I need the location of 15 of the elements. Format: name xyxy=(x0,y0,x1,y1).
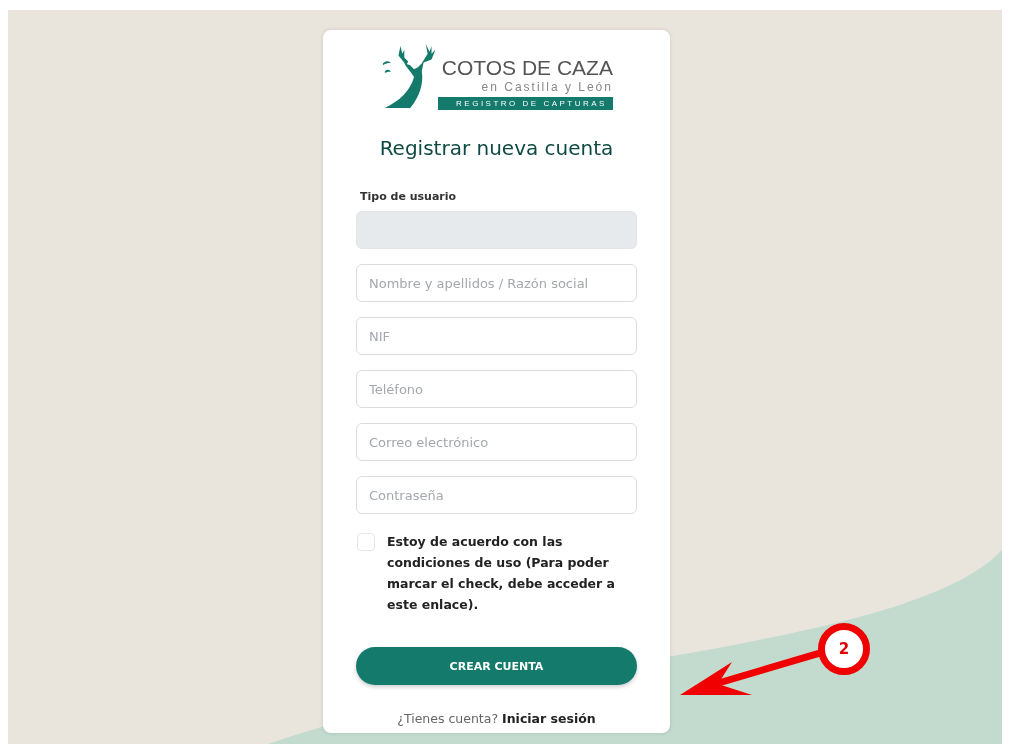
field-label: Tipo de usuario xyxy=(360,190,458,203)
account-question: ¿Tienes cuenta? xyxy=(397,711,499,726)
logo-title: COTOS DE CAZA xyxy=(441,56,613,80)
input-field[interactable]: Teléfono xyxy=(356,370,637,408)
logo-banner: REGISTRO DE CAPTURAS xyxy=(438,97,613,110)
logo-subtitle: en Castilla y León xyxy=(481,80,613,94)
page-heading: Registrar nueva cuenta xyxy=(378,135,615,162)
sign-in-link[interactable]: Iniciar sesión xyxy=(502,711,596,726)
input-field[interactable]: Correo electrónico xyxy=(356,423,637,461)
checkbox[interactable] xyxy=(357,533,375,551)
input-field[interactable]: Contraseña xyxy=(356,476,637,514)
create-account-button[interactable]: CREAR CUENTA xyxy=(356,647,637,685)
input-field[interactable]: Nombre y apellidos / Razón social xyxy=(356,264,637,302)
terms-text: Estoy de acuerdo con las condiciones de uso (Para poder marcar el check, debe acceder a este enlace). xyxy=(387,533,617,614)
input-field[interactable]: NIF xyxy=(356,317,637,355)
